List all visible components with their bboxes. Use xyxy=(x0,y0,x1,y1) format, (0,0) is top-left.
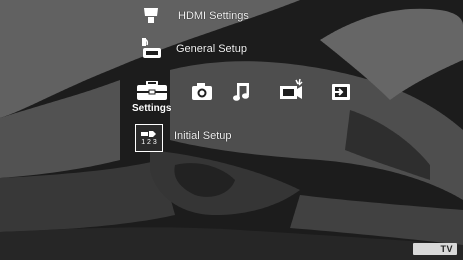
menu-item-label: Initial Setup xyxy=(174,130,232,142)
music-note-icon xyxy=(232,82,252,102)
category-music[interactable] xyxy=(232,82,252,102)
general-setup-icon xyxy=(138,37,164,61)
menu-item-label: HDMI Settings xyxy=(178,10,249,22)
video-icon xyxy=(279,78,303,102)
initial-setup-icon-text: 1 2 3 xyxy=(141,139,157,146)
category-label: Settings xyxy=(132,103,172,114)
category-photo[interactable] xyxy=(190,82,214,102)
category-video[interactable] xyxy=(279,78,303,102)
toolbox-icon xyxy=(135,80,169,102)
menu-item-general-setup[interactable]: General Setup xyxy=(138,37,247,61)
menu-item-hdmi-settings[interactable]: HDMI Settings xyxy=(138,6,249,28)
category-settings[interactable]: Settings xyxy=(132,80,171,114)
input-icon xyxy=(330,82,352,102)
xmb-screen: HDMI Settings General Setup Settings 1 2… xyxy=(0,0,463,260)
menu-item-initial-setup[interactable]: 1 2 3 Initial Setup xyxy=(135,124,231,152)
category-input[interactable] xyxy=(330,82,352,102)
tv-mode-badge-text: TV xyxy=(440,244,453,254)
initial-setup-icon: 1 2 3 xyxy=(135,124,163,152)
camera-icon xyxy=(190,82,214,102)
tv-mode-badge: TV xyxy=(413,243,457,255)
hdmi-icon xyxy=(138,6,164,28)
menu-item-label: General Setup xyxy=(176,43,247,55)
